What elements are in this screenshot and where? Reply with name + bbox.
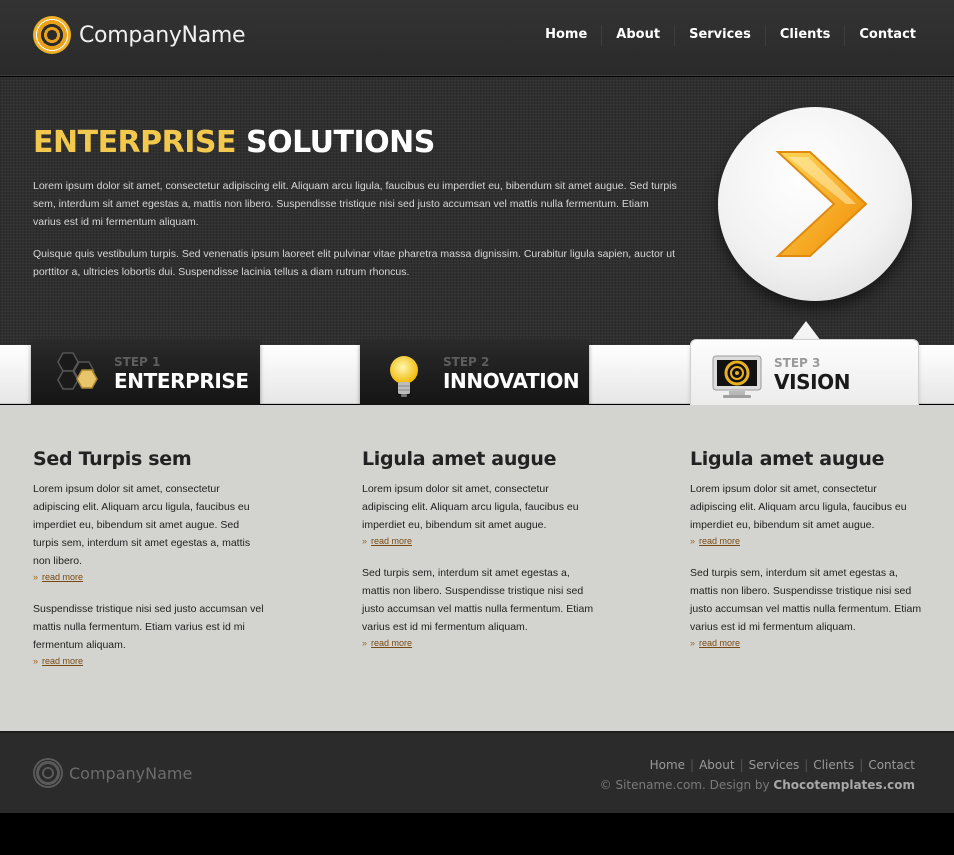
footer-nav-separator: | <box>739 758 744 772</box>
hero-paragraph-1: Lorem ipsum dolor sit amet, consectetur … <box>33 180 677 228</box>
footer-nav-services[interactable]: Services <box>749 758 800 772</box>
column-2-paragraph-2: Sed turpis sem, interdum sit amet egesta… <box>362 567 594 633</box>
column-3-title: Ligula amet augue <box>690 448 885 470</box>
step-3-name: VISION <box>774 370 851 394</box>
main-nav: Home About Services Clients Contact <box>531 25 930 46</box>
chevron-right-icon <box>775 151 868 257</box>
column-2-paragraph-1: Lorem ipsum dolor sit amet, consectetur … <box>362 483 579 531</box>
hero-paragraph-2: Quisque quis vestibulum turpis. Sed vene… <box>33 248 675 278</box>
footer-nav-separator: | <box>804 758 809 772</box>
hero-section: ENTERPRISE SOLUTIONS Lorem ipsum dolor s… <box>0 77 954 345</box>
step-1-number: STEP 1 <box>114 355 161 369</box>
content-column-2: Ligula amet augue Lorem ipsum dolor sit … <box>362 448 594 666</box>
footer-nav-clients[interactable]: Clients <box>813 758 854 772</box>
step-1-name: ENTERPRISE <box>114 369 249 393</box>
nav-about[interactable]: About <box>601 25 674 46</box>
content-column-1: Sed Turpis sem Lorem ipsum dolor sit ame… <box>33 448 265 684</box>
footer-copyright: © Sitename.com. Design by Chocotemplates… <box>600 778 915 792</box>
logo-text: CompanyName <box>79 22 246 48</box>
read-more-anchor[interactable]: read more <box>42 572 83 582</box>
nav-services[interactable]: Services <box>674 25 765 46</box>
hero-title: ENTERPRISE SOLUTIONS <box>33 125 435 160</box>
column-1-paragraph-1: Lorem ipsum dolor sit amet, consectetur … <box>33 483 251 567</box>
read-more-anchor[interactable]: read more <box>42 656 83 666</box>
footer-nav-separator: | <box>690 758 695 772</box>
read-more-link: » read more <box>33 572 84 582</box>
read-more-link: » read more <box>690 536 741 546</box>
hero-title-highlight: ENTERPRISE <box>33 125 237 160</box>
monitor-icon <box>712 355 762 398</box>
step-2-number: STEP 2 <box>443 355 490 369</box>
nav-home[interactable]: Home <box>531 25 601 46</box>
read-more-anchor[interactable]: read more <box>371 638 412 648</box>
site-header: CompanyName Home About Services Clients … <box>0 0 954 76</box>
hexagons-icon <box>57 352 98 390</box>
step-2-name: INNOVATION <box>443 369 580 393</box>
copyright-text: © Sitename.com. <box>599 778 706 792</box>
lightbulb-icon <box>390 356 418 397</box>
footer-nav: Home | About | Services | Clients | Contact <box>650 758 915 772</box>
nav-clients[interactable]: Clients <box>764 25 844 46</box>
column-2-title: Ligula amet augue <box>362 448 557 470</box>
footer-logo-mark-icon <box>33 758 63 788</box>
footer-nav-separator: | <box>859 758 864 772</box>
read-more-anchor[interactable]: read more <box>371 536 412 546</box>
hero-next-button[interactable] <box>718 107 912 301</box>
content-section: Sed Turpis sem Lorem ipsum dolor sit ame… <box>0 405 954 731</box>
footer-nav-about[interactable]: About <box>699 758 734 772</box>
column-1-paragraph-2: Suspendisse tristique nisi sed justo acc… <box>33 603 264 651</box>
logo[interactable]: CompanyName <box>33 16 246 54</box>
read-more-anchor[interactable]: read more <box>699 638 740 648</box>
design-by-text: Design by <box>709 778 770 792</box>
logo-mark-icon <box>33 16 71 54</box>
hero-title-rest: SOLUTIONS <box>245 125 435 160</box>
footer-logo[interactable]: CompanyName <box>33 758 192 788</box>
column-1-title: Sed Turpis sem <box>33 448 192 470</box>
column-3-paragraph-2: Sed turpis sem, interdum sit amet egesta… <box>690 567 922 633</box>
read-more-link: » read more <box>33 656 84 666</box>
bottom-strip <box>0 813 954 855</box>
footer-nav-home[interactable]: Home <box>650 758 685 772</box>
step-3-number: STEP 3 <box>774 356 821 370</box>
footer-nav-contact[interactable]: Contact <box>868 758 915 772</box>
designer-link[interactable]: Chocotemplates.com <box>773 778 915 792</box>
read-more-link: » read more <box>362 638 413 648</box>
nav-contact[interactable]: Contact <box>844 25 930 46</box>
footer-logo-text: CompanyName <box>69 763 193 783</box>
read-more-link: » read more <box>690 638 741 648</box>
site-footer: CompanyName Home | About | Services | Clients |… <box>0 731 954 813</box>
column-3-paragraph-1: Lorem ipsum dolor sit amet, consectetur … <box>690 483 907 531</box>
content-column-3: Ligula amet augue Lorem ipsum dolor sit … <box>690 448 922 666</box>
read-more-link: » read more <box>362 536 413 546</box>
read-more-anchor[interactable]: read more <box>699 536 740 546</box>
